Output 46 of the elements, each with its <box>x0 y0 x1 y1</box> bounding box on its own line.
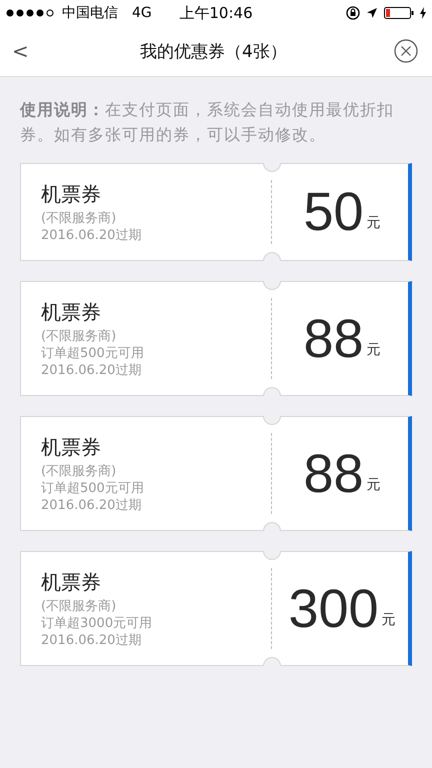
ticket-notch <box>263 551 281 560</box>
currency-unit: 元 <box>382 610 396 628</box>
coupon-detail: (不限服务商) <box>41 328 118 345</box>
battery-icon <box>384 7 414 19</box>
currency-unit: 元 <box>366 476 381 494</box>
coupon-name: 机票券 <box>41 569 102 596</box>
coupon-amount: 88 <box>303 308 364 370</box>
coupon-name: 机票券 <box>41 181 102 208</box>
rotation-lock-icon <box>346 6 360 20</box>
coupon-card[interactable]: 机票券 (不限服务商) 2016.06.20过期 50 元 <box>20 163 412 261</box>
close-icon[interactable] <box>394 39 418 63</box>
usage-note: 使用说明：在支付页面，系统会自动使用最优折扣券。如有多张可用的券，可以手动修改。 <box>20 99 395 146</box>
clock: 上午10:46 <box>179 4 253 22</box>
coupon-amount: 300 <box>288 578 379 640</box>
back-button[interactable]: < <box>8 39 33 63</box>
ticket-notch <box>263 522 281 531</box>
network-type: 4G <box>132 5 152 21</box>
ticket-notch <box>263 163 281 172</box>
coupon-detail: 订单超500元可用 <box>41 480 145 497</box>
carrier-name: 中国电信 <box>62 4 118 22</box>
ticket-notch <box>263 416 281 425</box>
ticket-notch <box>263 657 281 666</box>
coupon-detail: 订单超500元可用 <box>41 345 145 362</box>
coupon-name: 机票券 <box>41 299 102 326</box>
ticket-notch <box>263 252 281 261</box>
page-title: 我的优惠券（4张） <box>140 40 287 62</box>
coupon-detail: (不限服务商) <box>41 598 118 615</box>
ticket-notch <box>263 281 281 290</box>
coupon-detail: 2016.06.20过期 <box>41 362 142 379</box>
coupon-card[interactable]: 机票券 (不限服务商) 订单超3000元可用 2016.06.20过期 300 元 <box>20 551 412 666</box>
currency-unit: 元 <box>366 214 381 232</box>
coupon-detail: 2016.06.20过期 <box>41 227 142 244</box>
coupon-card[interactable]: 机票券 (不限服务商) 订单超500元可用 2016.06.20过期 88 元 <box>20 281 412 396</box>
charging-bolt-icon <box>420 7 426 19</box>
coupon-name: 机票券 <box>41 434 102 461</box>
ticket-notch <box>263 387 281 396</box>
coupon-card[interactable]: 机票券 (不限服务商) 订单超500元可用 2016.06.20过期 88 元 <box>20 416 412 531</box>
location-arrow-icon <box>366 7 378 19</box>
coupon-detail: 2016.06.20过期 <box>41 632 142 649</box>
coupon-amount: 50 <box>303 181 364 243</box>
coupon-detail: 订单超3000元可用 <box>41 615 154 632</box>
coupon-detail: 2016.06.20过期 <box>41 497 142 514</box>
coupon-detail: (不限服务商) <box>41 210 118 227</box>
coupon-detail: (不限服务商) <box>41 463 118 480</box>
currency-unit: 元 <box>366 340 381 358</box>
coupon-amount: 88 <box>303 442 364 504</box>
